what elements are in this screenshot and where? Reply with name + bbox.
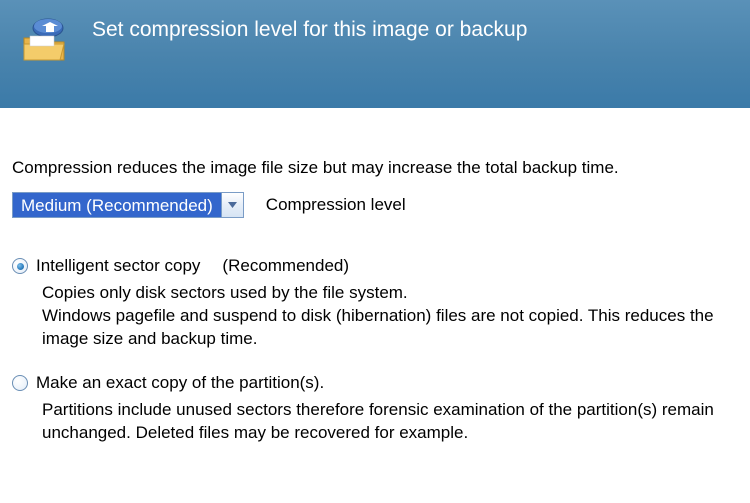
radio-label: Make an exact copy of the partition(s). (36, 373, 324, 393)
radio-icon (12, 375, 28, 391)
option-exact-copy: Make an exact copy of the partition(s). … (12, 373, 738, 445)
option-intelligent-sector: Intelligent sector copy (Recommended) Co… (12, 256, 738, 351)
wizard-header: Set compression level for this image or … (0, 0, 750, 108)
compression-dropdown-value: Medium (Recommended) (13, 193, 221, 217)
radio-description: Partitions include unused sectors theref… (42, 399, 737, 445)
chevron-down-icon (228, 202, 237, 208)
backup-folder-icon (20, 14, 68, 62)
compression-label: Compression level (266, 195, 406, 215)
page-title: Set compression level for this image or … (92, 18, 527, 42)
radio-icon (12, 258, 28, 274)
radio-intelligent-sector[interactable]: Intelligent sector copy (Recommended) (12, 256, 738, 276)
compression-row: Medium (Recommended) Compression level (12, 192, 738, 218)
radio-label: Intelligent sector copy (36, 256, 200, 276)
radio-recommended-tag: (Recommended) (222, 256, 349, 276)
radio-description: Copies only disk sectors used by the fil… (42, 282, 737, 351)
compression-dropdown-button[interactable] (221, 193, 243, 217)
compression-dropdown[interactable]: Medium (Recommended) (12, 192, 244, 218)
intro-text: Compression reduces the image file size … (12, 158, 738, 178)
radio-dot-icon (17, 263, 24, 270)
radio-exact-copy[interactable]: Make an exact copy of the partition(s). (12, 373, 738, 393)
content-area: Compression reduces the image file size … (0, 108, 750, 445)
